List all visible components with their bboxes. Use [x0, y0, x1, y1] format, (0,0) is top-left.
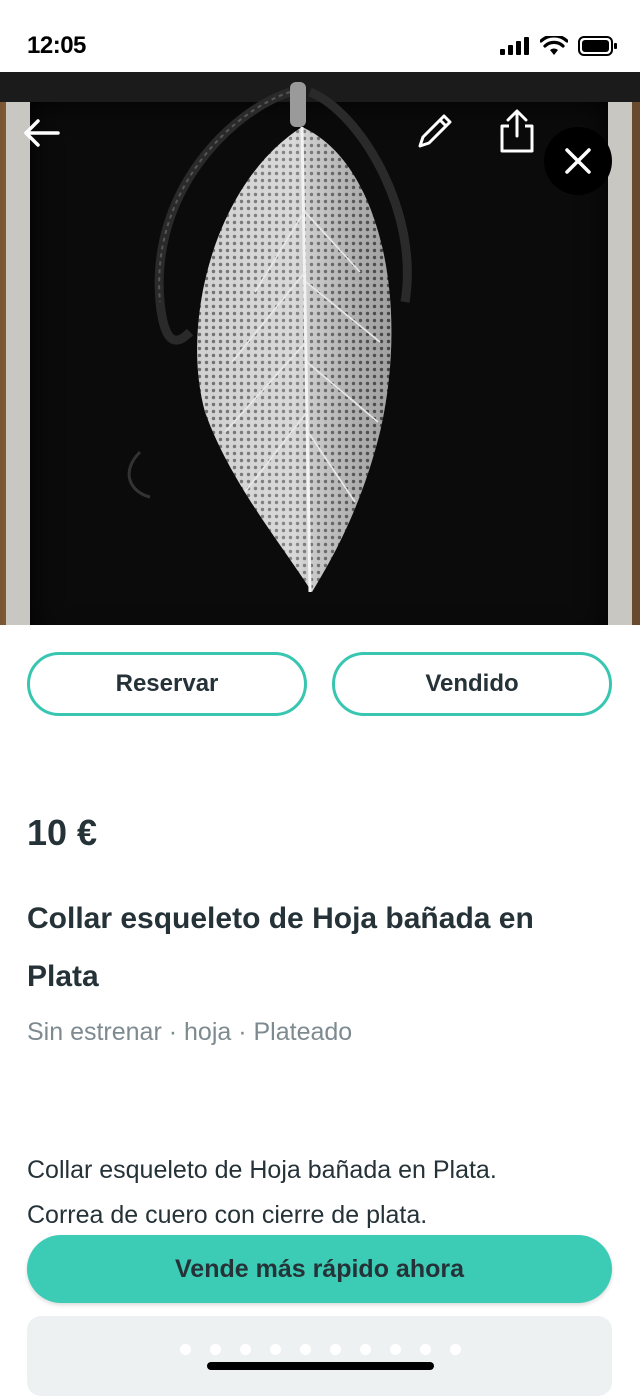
pagination-dot[interactable] — [390, 1344, 401, 1355]
reserve-button[interactable]: Reservar — [27, 652, 307, 716]
back-arrow-icon — [24, 119, 60, 147]
description-line: Collar esqueleto de Hoja bañada en Plata… — [27, 1156, 497, 1184]
promo-card — [27, 1316, 612, 1396]
edit-pencil-icon — [418, 114, 452, 148]
pagination-dot[interactable] — [420, 1344, 431, 1355]
product-attributes: Sin estrenar · hoja · Plateado — [27, 1018, 353, 1046]
battery-icon — [578, 36, 617, 56]
edit-button[interactable] — [412, 108, 458, 154]
status-icons — [500, 36, 618, 56]
status-bar: 12:05 — [0, 0, 640, 74]
pagination-dot[interactable] — [270, 1344, 281, 1355]
share-icon — [500, 109, 534, 153]
pagination-dot[interactable] — [240, 1344, 251, 1355]
product-title: Collar esqueleto de Hoja bañada en Plata — [27, 902, 534, 993]
product-price: 10 € — [27, 812, 98, 853]
pagination-dot[interactable] — [450, 1344, 461, 1355]
sell-faster-button[interactable]: Vende más rápido ahora — [27, 1235, 612, 1303]
pagination-dot[interactable] — [210, 1344, 221, 1355]
promo-pagination — [180, 1344, 461, 1355]
pagination-dot[interactable] — [330, 1344, 341, 1355]
pagination-dot[interactable] — [180, 1344, 191, 1355]
status-time: 12:05 — [27, 32, 86, 59]
mark-sold-button[interactable]: Vendido — [332, 652, 612, 716]
listing-actions: Reservar Vendido — [27, 652, 612, 716]
product-description: Collar esqueleto de Hoja bañada en Plata… — [27, 1148, 617, 1238]
home-indicator[interactable] — [207, 1362, 434, 1370]
back-button[interactable] — [20, 112, 62, 154]
share-button[interactable] — [494, 106, 540, 156]
description-line: Correa de cuero con cierre de plata. — [27, 1201, 428, 1229]
close-button[interactable] — [544, 127, 612, 195]
close-icon — [565, 148, 591, 174]
pagination-dot[interactable] — [300, 1344, 311, 1355]
wifi-icon — [540, 36, 568, 55]
pagination-dot[interactable] — [360, 1344, 371, 1355]
signal-icon — [500, 37, 529, 55]
